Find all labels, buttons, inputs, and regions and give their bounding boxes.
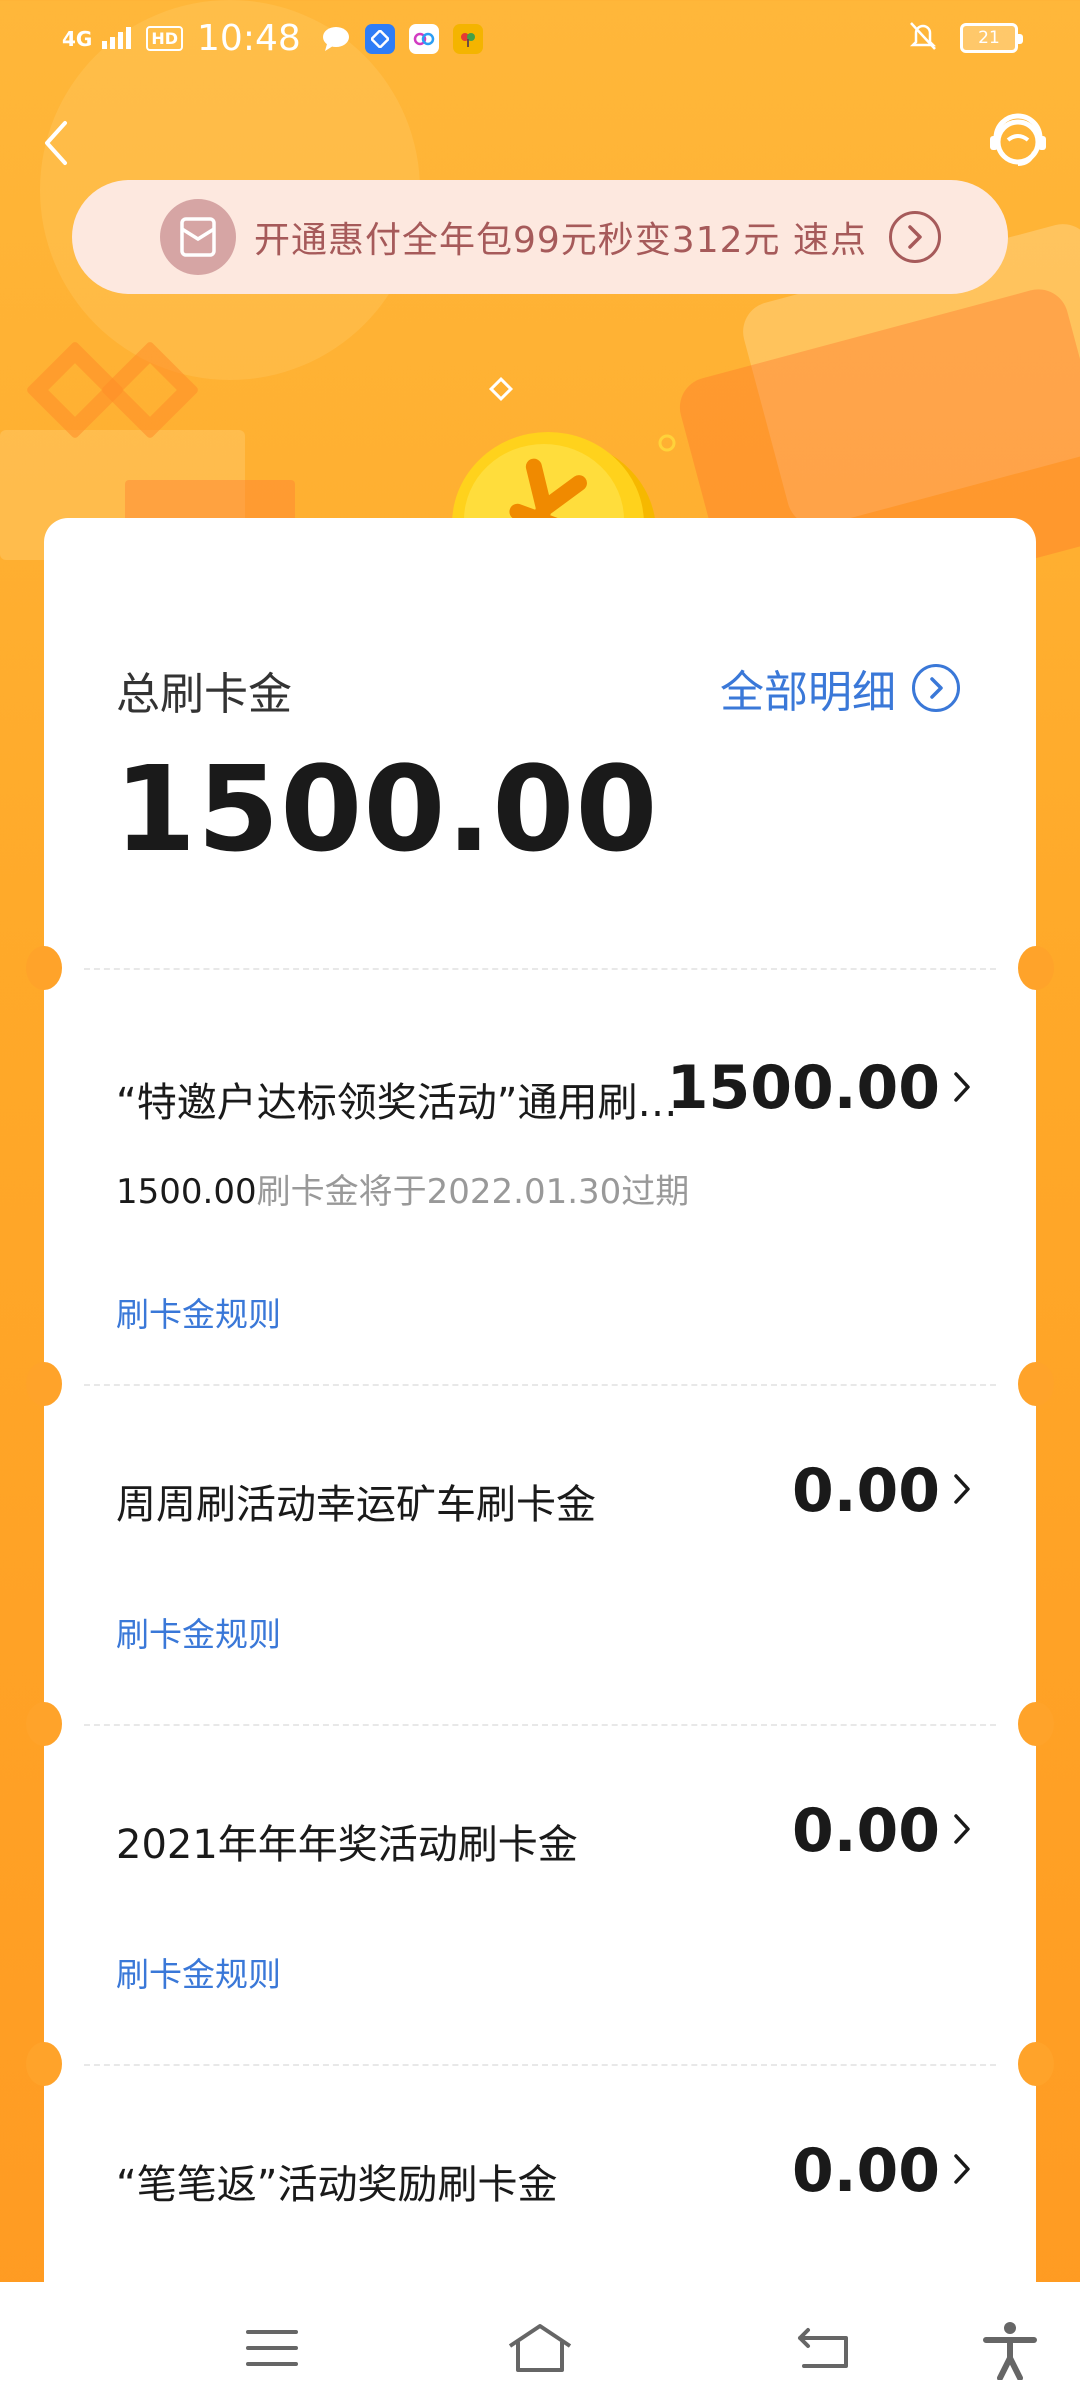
item-title: 周周刷活动幸运矿车刷卡金 <box>116 1482 596 1528</box>
sparkle-icon <box>656 432 678 458</box>
mute-icon <box>908 20 938 56</box>
message-icon <box>321 24 351 54</box>
item-title: 2021年年年奖活动刷卡金 <box>116 1822 578 1868</box>
network-indicator: 4G <box>62 26 93 51</box>
hd-badge: HD <box>146 26 184 51</box>
expiry-text: 刷卡金将于2022.01.30过期 <box>256 1172 690 1212</box>
menu-icon[interactable] <box>242 2320 302 2376</box>
total-amount: 1500.00 <box>114 740 659 878</box>
signal-icon <box>102 25 136 53</box>
clock: 10:48 <box>197 18 301 59</box>
card-balance-panel: 总刷卡金 全部明细 1500.00 “特邀户达标领奖活动”通用刷… 1500.0… <box>26 518 1054 2408</box>
accessibility-icon[interactable] <box>980 2320 1040 2381</box>
expiry-amount: 1500.00 <box>116 1172 257 1212</box>
item-title: “笔笔返”活动奖励刷卡金 <box>116 2162 558 2208</box>
rules-link[interactable]: 刷卡金规则 <box>116 1948 281 1996</box>
customer-service-icon <box>986 113 1050 178</box>
list-item[interactable]: “笔笔返”活动奖励刷卡金 0.00 <box>44 2064 1036 2284</box>
chevron-right-icon <box>952 2152 972 2186</box>
list-item[interactable]: 周周刷活动幸运矿车刷卡金 0.00 刷卡金规则 <box>44 1384 1036 1724</box>
status-bar: 4G HD 10:48 21 <box>0 0 1080 80</box>
system-navigation-bar <box>0 2282 1080 2408</box>
chevron-left-icon <box>43 119 69 171</box>
item-amount: 0.00 <box>791 2136 940 2206</box>
promo-text: 开通惠付全年包99元秒变312元 速点 <box>254 220 867 261</box>
sparkle-icon <box>488 376 514 406</box>
chevron-right-icon <box>952 1472 972 1506</box>
all-details-label: 全部明细 <box>720 667 896 718</box>
back-button[interactable] <box>36 115 76 175</box>
item-title: “特邀户达标领奖活动”通用刷… <box>116 1080 678 1126</box>
home-icon[interactable] <box>504 2320 576 2376</box>
list-item[interactable]: “特邀户达标领奖活动”通用刷… 1500.00 1500.00刷卡金将于2022… <box>44 968 1036 1384</box>
red-packet-icon <box>160 199 236 275</box>
chevron-right-circle-icon <box>912 664 960 712</box>
all-details-link[interactable]: 全部明细 <box>720 656 960 720</box>
rules-link[interactable]: 刷卡金规则 <box>116 1608 281 1656</box>
app-notification-icon <box>364 23 395 54</box>
total-label: 总刷卡金 <box>116 669 292 720</box>
item-amount: 0.00 <box>791 1456 940 1526</box>
return-icon[interactable] <box>794 2320 854 2376</box>
item-amount: 1500.00 <box>666 1053 940 1123</box>
chevron-right-circle-icon <box>888 211 941 263</box>
battery-indicator: 21 <box>960 23 1023 53</box>
chevron-right-icon <box>952 1812 972 1846</box>
promo-banner[interactable]: 开通惠付全年包99元秒变312元 速点 <box>72 180 1008 294</box>
status-left: 4G HD 10:48 <box>62 18 483 59</box>
list-item[interactable]: 2021年年年奖活动刷卡金 0.00 刷卡金规则 <box>44 1724 1036 2064</box>
app-notification-icon <box>452 23 483 54</box>
app-notification-icon <box>408 23 439 54</box>
rules-link[interactable]: 刷卡金规则 <box>116 1288 281 1336</box>
customer-service-button[interactable] <box>986 110 1050 174</box>
notification-icons <box>321 23 483 54</box>
expiry-note: 1500.00刷卡金将于2022.01.30过期 <box>116 1164 689 1213</box>
item-amount: 0.00 <box>791 1796 940 1866</box>
chevron-right-icon <box>952 1070 972 1104</box>
status-right: 21 <box>908 20 1023 56</box>
